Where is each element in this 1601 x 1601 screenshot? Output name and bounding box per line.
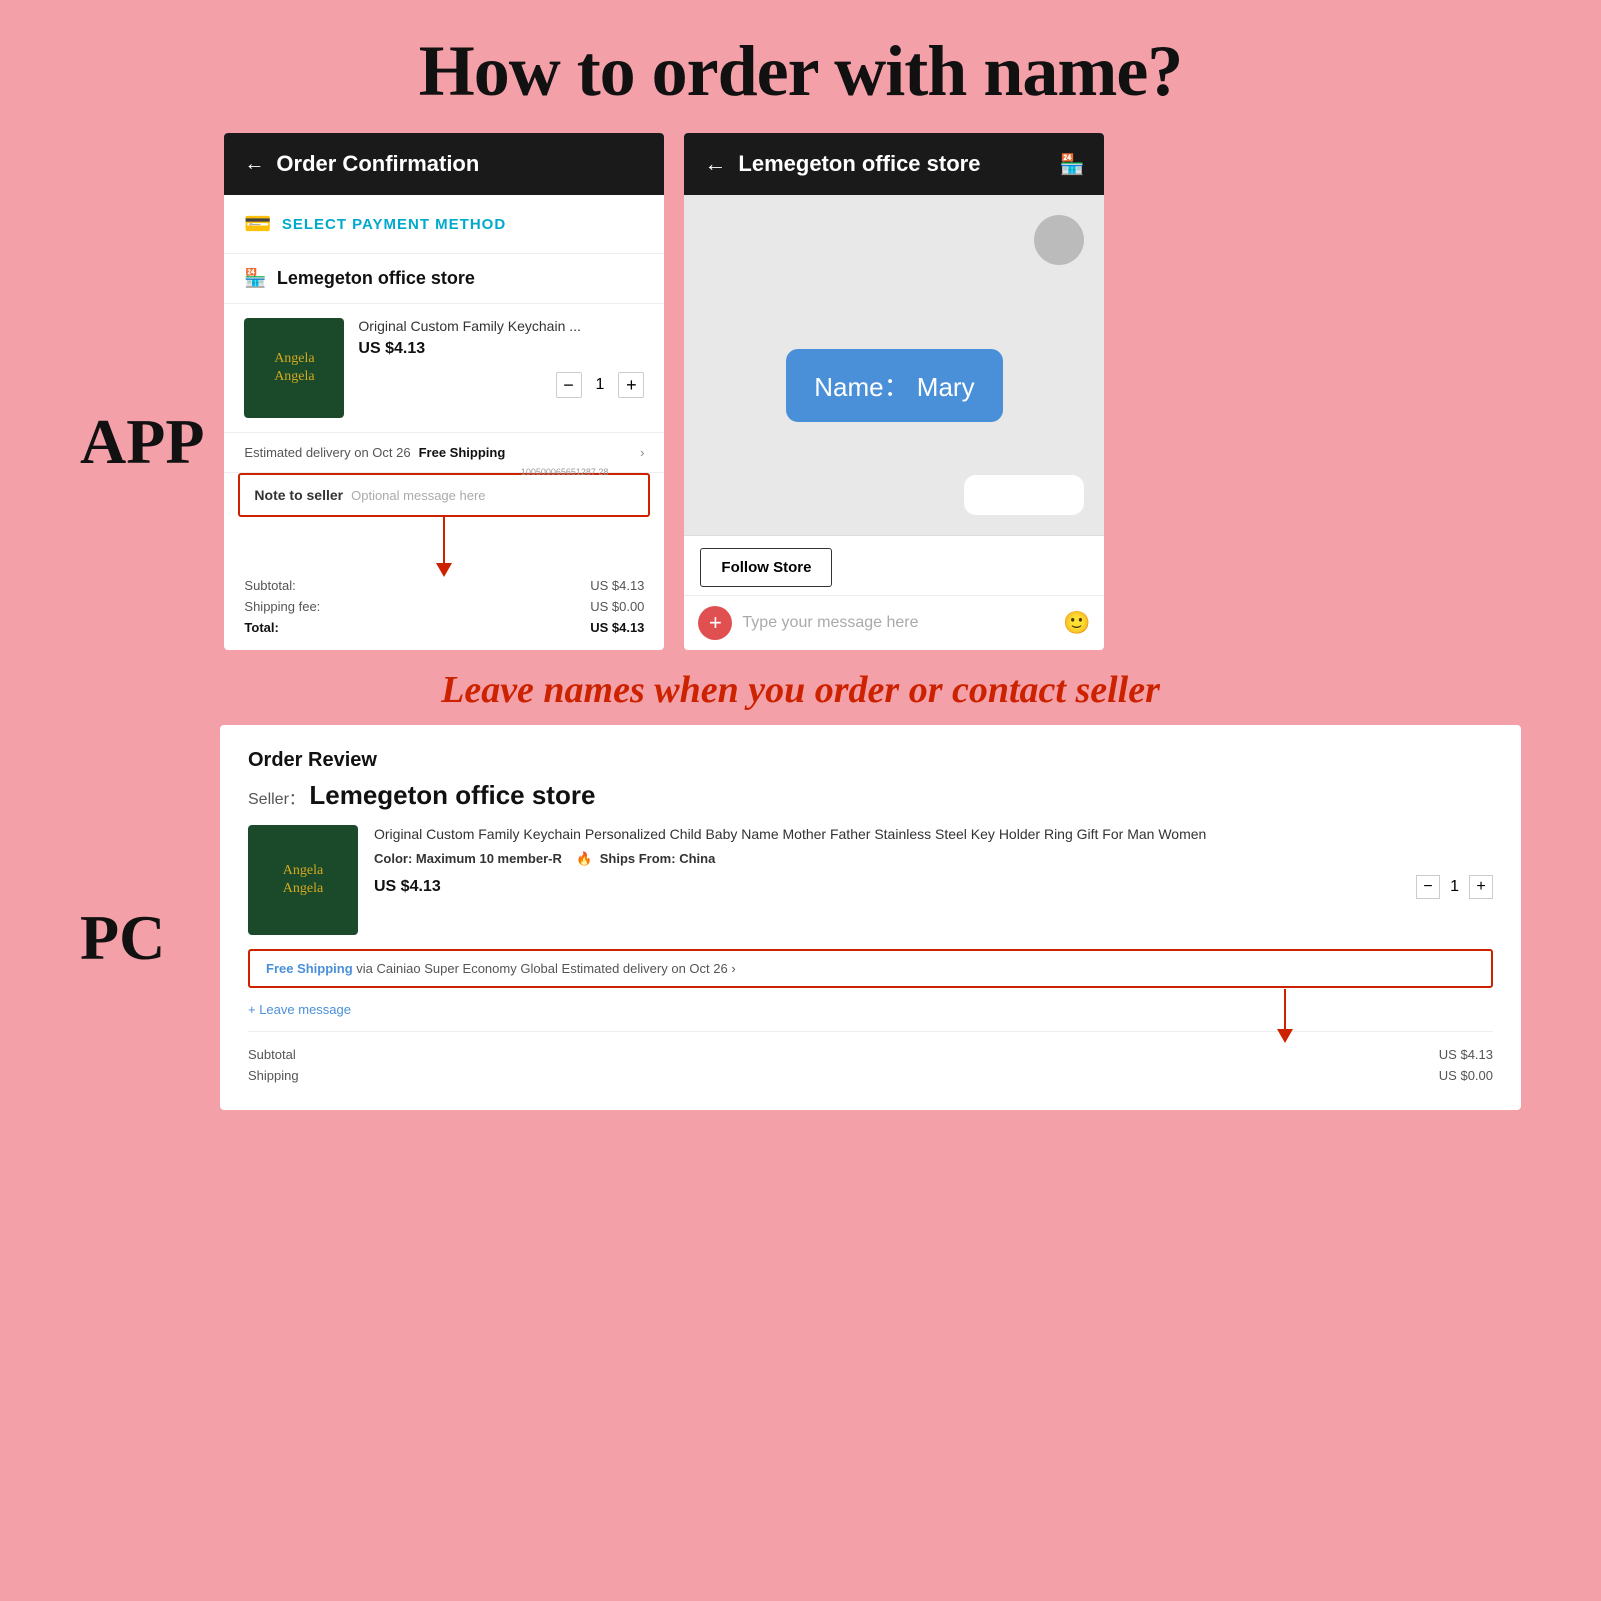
follow-store-btn[interactable]: Follow Store bbox=[700, 548, 832, 587]
ships-label: Ships From: bbox=[600, 851, 676, 866]
store-name: Lemegeton office store bbox=[277, 268, 475, 289]
shipping-fee-value: US $0.00 bbox=[590, 599, 644, 614]
free-shipping-link: Free Shipping bbox=[266, 961, 353, 976]
pc-product-name-line1: Angela bbox=[283, 862, 323, 880]
chat-header: ← Lemegeton office store 🏪 bbox=[684, 133, 1104, 195]
total-label: Total: bbox=[244, 620, 278, 635]
totals-section: Subtotal: US $4.13 Shipping fee: US $0.0… bbox=[224, 567, 664, 646]
chat-back-arrow-icon[interactable]: ← bbox=[704, 151, 726, 177]
shipping-fee-label: Shipping fee: bbox=[244, 599, 320, 614]
middle-instruction-label: Leave names when you order or contact se… bbox=[80, 668, 1521, 712]
order-confirmation-title: Order Confirmation bbox=[276, 151, 479, 177]
chat-input-row: + Type your message here 🙂 bbox=[684, 595, 1104, 650]
pc-subtotal-label: Subtotal bbox=[248, 1047, 296, 1062]
pc-shipping-row: Shipping US $0.00 bbox=[248, 1065, 1493, 1086]
pc-qty-row: − 1 + bbox=[1416, 875, 1493, 899]
back-arrow-icon[interactable]: ← bbox=[244, 153, 264, 176]
product-price: US $4.13 bbox=[358, 340, 644, 358]
chat-input-field[interactable]: Type your message here bbox=[742, 614, 1053, 632]
chat-body: Name： Mary bbox=[684, 195, 1104, 535]
pc-product-title: Original Custom Family Keychain Personal… bbox=[374, 825, 1493, 845]
chat-header-left: ← Lemegeton office store bbox=[704, 151, 980, 177]
free-shipping-box[interactable]: Free Shipping via Cainiao Super Economy … bbox=[248, 949, 1493, 988]
note-barcode: 100500065651287 28 bbox=[521, 467, 609, 477]
chat-bottom: Follow Store + Type your message here 🙂 bbox=[684, 535, 1104, 650]
pc-shipping-label: Shipping bbox=[248, 1068, 299, 1083]
delivery-arrow-icon: › bbox=[640, 445, 644, 460]
chat-plus-btn[interactable]: + bbox=[698, 606, 732, 640]
name-message-bubble: Name： Mary bbox=[786, 349, 1002, 422]
chat-screen: ← Lemegeton office store 🏪 Name： Mary Fo… bbox=[684, 133, 1104, 650]
note-label: Note to seller bbox=[254, 487, 343, 503]
chat-store-icon: 🏪 bbox=[1060, 152, 1085, 177]
store-icon: 🏪 bbox=[244, 268, 266, 289]
pc-label: PC bbox=[80, 725, 200, 1110]
qty-number: 1 bbox=[596, 376, 605, 394]
pc-subtotal-row: Subtotal US $4.13 bbox=[248, 1044, 1493, 1065]
payment-text: SELECT PAYMENT METHOD bbox=[282, 216, 506, 233]
user-avatar bbox=[1034, 215, 1084, 265]
emoji-btn[interactable]: 🙂 bbox=[1063, 610, 1090, 636]
pc-product-name-line2: Angela bbox=[283, 880, 323, 898]
note-seller-box[interactable]: Note to seller Optional message here 100… bbox=[238, 473, 650, 517]
main-title: How to order with name? bbox=[0, 0, 1601, 113]
seller-name-big: Lemegeton office store bbox=[309, 780, 595, 810]
subtotal-value: US $4.13 bbox=[590, 578, 644, 593]
app-phone-header: ← Order Confirmation bbox=[224, 133, 664, 195]
pc-shipping-value: US $0.00 bbox=[1439, 1068, 1493, 1083]
seller-row: Seller： Lemegeton office store bbox=[248, 780, 1493, 811]
store-row: 🏪 Lemegeton office store bbox=[224, 254, 664, 304]
product-name-line2: Angela bbox=[274, 368, 314, 386]
app-label: APP bbox=[80, 133, 204, 650]
free-shipping-badge: Free Shipping bbox=[419, 445, 506, 460]
subtotal-row: Subtotal: US $4.13 bbox=[244, 575, 644, 596]
pc-screen: Order Review Seller： Lemegeton office st… bbox=[220, 725, 1521, 1110]
shipping-details: via Cainiao Super Economy Global Estimat… bbox=[356, 961, 735, 976]
chat-store-name: Lemegeton office store bbox=[738, 151, 980, 177]
pc-product-image: Angela Angela bbox=[248, 825, 358, 935]
order-review-title: Order Review bbox=[248, 749, 1493, 772]
qty-increase-btn[interactable]: + bbox=[618, 372, 644, 398]
note-placeholder: Optional message here bbox=[351, 488, 485, 503]
color-label: Color: bbox=[374, 851, 412, 866]
pc-product-row: Angela Angela Original Custom Family Key… bbox=[248, 825, 1493, 935]
pc-totals: Subtotal US $4.13 Shipping US $0.00 bbox=[248, 1031, 1493, 1086]
pc-qty-decrease-btn[interactable]: − bbox=[1416, 875, 1440, 899]
ships-value: China bbox=[679, 851, 715, 866]
pc-product-meta: Color: Maximum 10 member-R 🔥 Ships From:… bbox=[374, 851, 1493, 867]
pc-qty-number: 1 bbox=[1450, 878, 1459, 896]
pc-subtotal-value: US $4.13 bbox=[1439, 1047, 1493, 1062]
product-title: Original Custom Family Keychain ... bbox=[358, 318, 644, 334]
delivery-text: Estimated delivery on Oct 26 bbox=[244, 445, 410, 460]
leave-message-link[interactable]: + Leave message bbox=[248, 998, 1493, 1021]
product-image: Angela Angela bbox=[244, 318, 344, 418]
shipping-fee-row: Shipping fee: US $0.00 bbox=[244, 596, 644, 617]
payment-icon: 💳 bbox=[244, 211, 271, 237]
seller-prefix: Seller： bbox=[248, 791, 305, 808]
product-row: Angela Angela Original Custom Family Key… bbox=[224, 304, 664, 433]
pc-qty-increase-btn[interactable]: + bbox=[1469, 875, 1493, 899]
subtotal-label: Subtotal: bbox=[244, 578, 295, 593]
app-phone-screen: ← Order Confirmation 💳 SELECT PAYMENT ME… bbox=[224, 133, 664, 650]
reply-bubble bbox=[964, 475, 1084, 515]
total-value: US $4.13 bbox=[590, 620, 644, 635]
product-name-line1: Angela bbox=[274, 350, 314, 368]
color-value: Maximum 10 member-R bbox=[416, 851, 562, 866]
qty-decrease-btn[interactable]: − bbox=[556, 372, 582, 398]
pc-product-info: Original Custom Family Keychain Personal… bbox=[374, 825, 1493, 935]
qty-row: − 1 + bbox=[358, 372, 644, 398]
product-info: Original Custom Family Keychain ... US $… bbox=[358, 318, 644, 418]
payment-row[interactable]: 💳 SELECT PAYMENT METHOD bbox=[224, 195, 664, 254]
pc-price: US $4.13 bbox=[374, 878, 441, 896]
total-row: Total: US $4.13 bbox=[244, 617, 644, 638]
